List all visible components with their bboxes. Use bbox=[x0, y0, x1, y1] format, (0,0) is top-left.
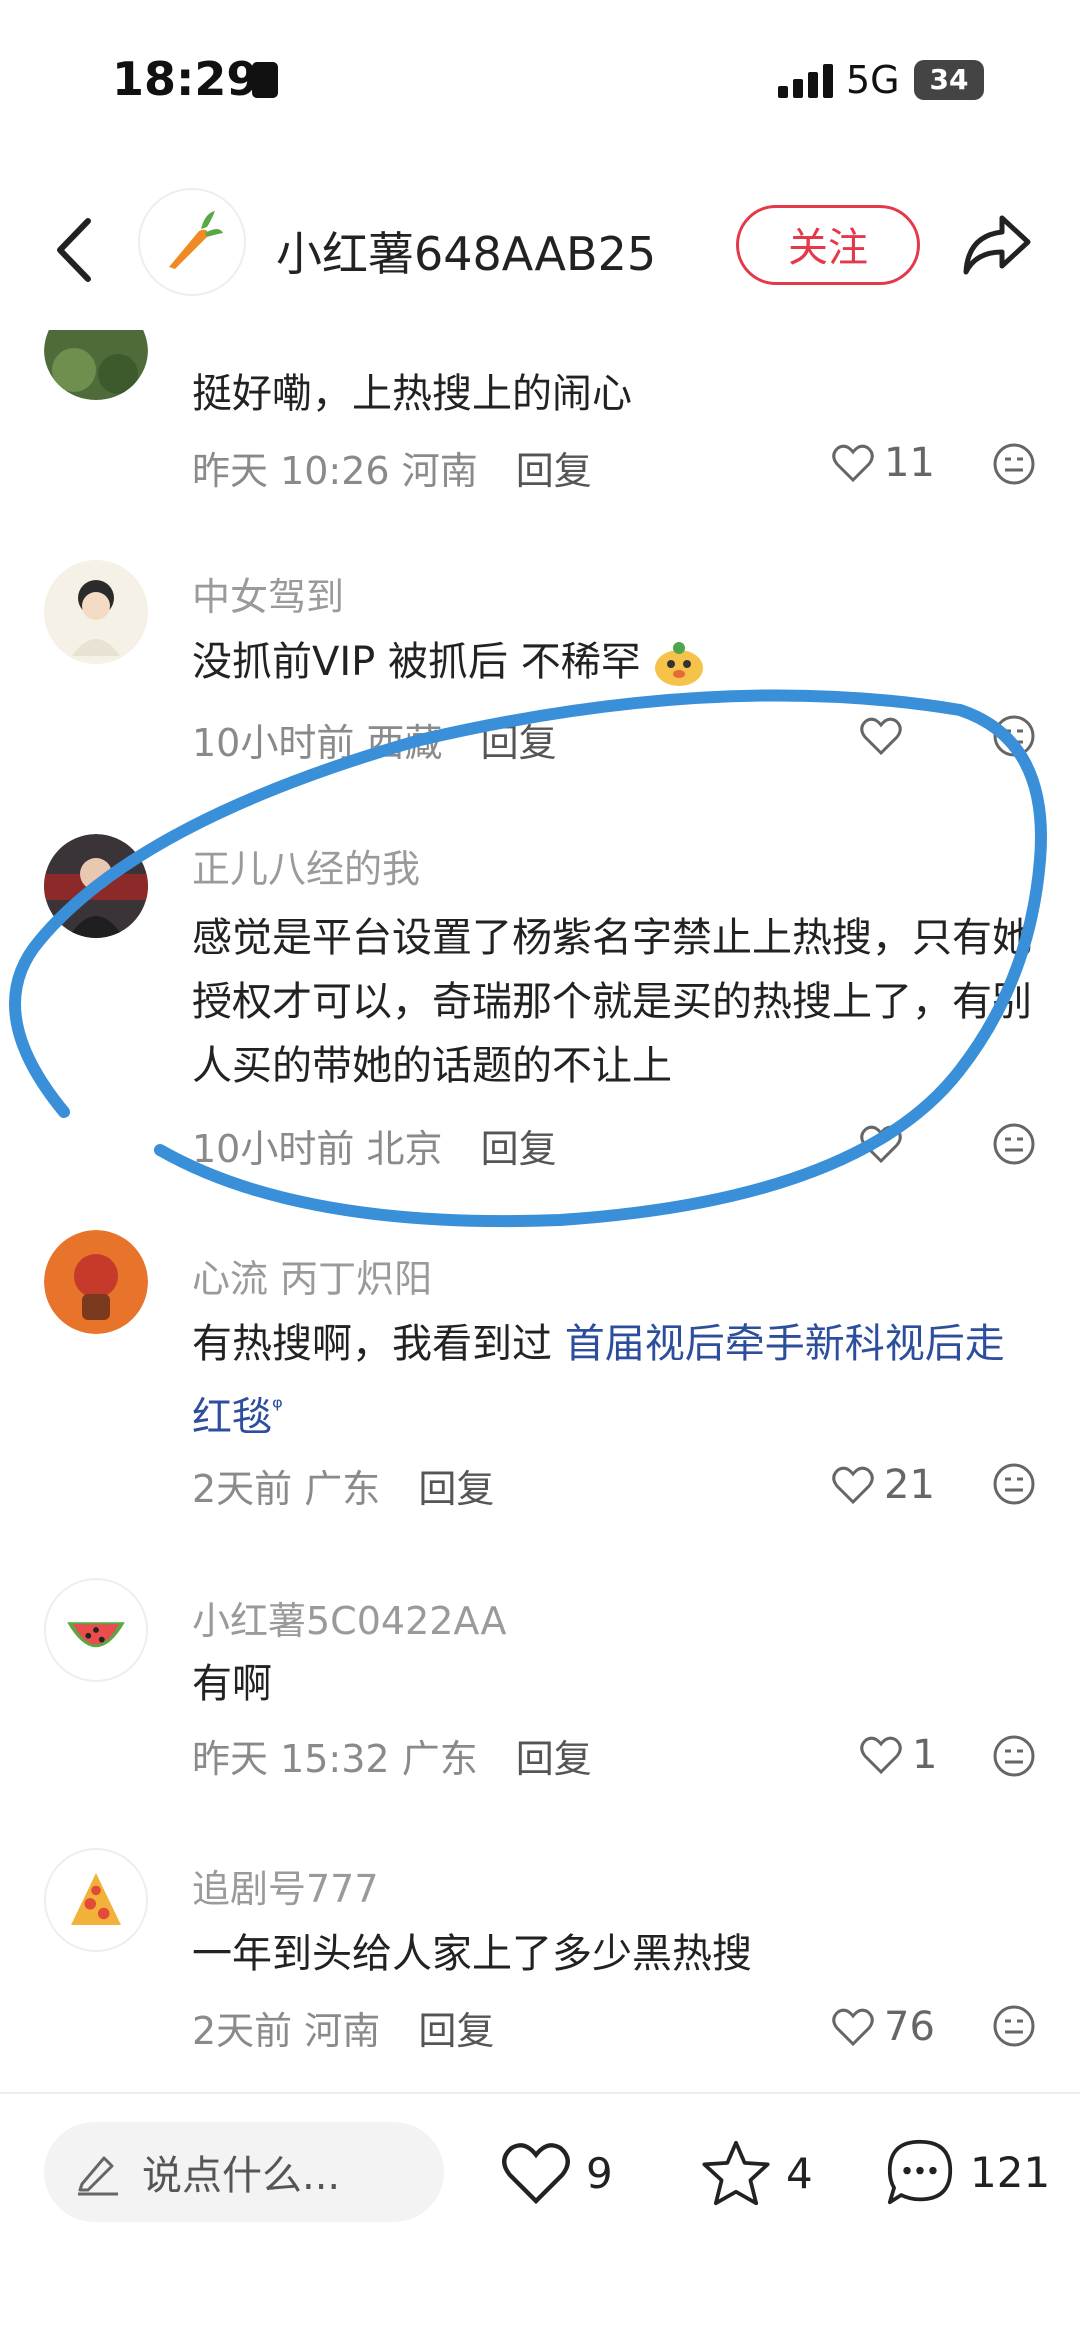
commenter-name[interactable]: 小红薯5C0422AA bbox=[192, 1590, 506, 1645]
comment-bubble-icon bbox=[887, 2139, 953, 2205]
comment-time: 2天前 bbox=[192, 1467, 293, 1511]
emoji-reaction-icon[interactable] bbox=[992, 1734, 1036, 1778]
heart-icon bbox=[832, 2008, 874, 2047]
emoji-reaction-icon[interactable] bbox=[992, 442, 1036, 486]
reply-button[interactable]: 回复 bbox=[418, 1467, 494, 1511]
network-type: 5G bbox=[846, 58, 900, 102]
comment-meta: 昨天 10:26 河南 回复 bbox=[192, 440, 592, 495]
author-avatar[interactable] bbox=[138, 188, 246, 296]
commenter-avatar[interactable] bbox=[44, 330, 148, 400]
like-button[interactable]: 21 bbox=[832, 1462, 935, 1508]
like-count: 1 bbox=[912, 1732, 938, 1778]
commenter-avatar[interactable] bbox=[44, 560, 148, 664]
emoji-reaction-icon[interactable] bbox=[992, 2004, 1036, 2048]
status-time: 18:29 bbox=[112, 52, 259, 106]
comments-button[interactable]: 121 bbox=[884, 2136, 1050, 2208]
sim-card-icon bbox=[252, 62, 278, 98]
comment-time: 2天前 bbox=[192, 2009, 293, 2053]
bottom-divider bbox=[0, 2092, 1080, 2094]
comment-count: 121 bbox=[970, 2147, 1051, 2197]
comment-location: 广东 bbox=[304, 1467, 381, 1511]
like-button[interactable]: 1 bbox=[860, 1732, 937, 1778]
comment-location: 河南 bbox=[401, 449, 478, 493]
comment-meta: 2天前 河南 回复 bbox=[192, 2000, 494, 2055]
back-icon[interactable] bbox=[52, 215, 96, 285]
like-count: 76 bbox=[884, 2004, 935, 2050]
commenter-avatar[interactable] bbox=[44, 1578, 148, 1682]
heart-icon bbox=[860, 1736, 902, 1775]
commenter-avatar[interactable] bbox=[44, 1848, 148, 1952]
comment-text-content: 没抓前VIP 被抓后 不稀罕 bbox=[192, 639, 641, 685]
comment-text: 有热搜啊，我看到过 首届视后牵手新科视后走红毯ᵠ bbox=[192, 1312, 1032, 1449]
comment-time: 昨天 10:26 bbox=[192, 449, 390, 493]
commenter-name[interactable]: 心流 丙丁炽阳 bbox=[192, 1248, 432, 1303]
comment-text: 一年到头给人家上了多少黑热搜 bbox=[192, 1931, 752, 1977]
comment-input-placeholder: 说点什么... bbox=[142, 2153, 341, 2199]
battery-icon: 34 bbox=[914, 60, 984, 100]
comment-time: 昨天 15:32 bbox=[192, 1737, 390, 1781]
heart-icon bbox=[832, 444, 874, 483]
like-post-button[interactable]: 9 bbox=[500, 2140, 613, 2206]
follow-button[interactable]: 关注 bbox=[736, 205, 920, 285]
like-count: 11 bbox=[884, 440, 935, 486]
collect-button[interactable]: 4 bbox=[700, 2138, 813, 2208]
search-icon: ᵠ bbox=[272, 1393, 283, 1423]
commenter-avatar[interactable] bbox=[44, 1230, 148, 1334]
heart-icon bbox=[832, 1466, 874, 1505]
comment-location: 广东 bbox=[401, 1737, 478, 1781]
comment-text: 挺好嘞，上热搜上的闹心 bbox=[192, 371, 632, 417]
like-count: 21 bbox=[884, 1462, 935, 1508]
share-icon[interactable] bbox=[962, 212, 1032, 276]
author-nickname: 小红薯648AAB25 bbox=[276, 227, 657, 281]
post-like-count: 9 bbox=[586, 2148, 613, 2198]
like-button[interactable]: 11 bbox=[832, 440, 935, 486]
commenter-name[interactable]: 中女驾到 bbox=[192, 566, 344, 621]
signal-icon bbox=[778, 64, 833, 98]
carrot-icon bbox=[169, 211, 223, 269]
heart-icon bbox=[502, 2143, 570, 2205]
reply-button[interactable]: 回复 bbox=[516, 449, 592, 493]
reply-button[interactable]: 回复 bbox=[418, 2009, 494, 2053]
comment-meta: 2天前 广东 回复 bbox=[192, 1458, 494, 1513]
hand-drawn-circle-annotation bbox=[9, 689, 1047, 1228]
commenter-name[interactable]: 追剧号777 bbox=[192, 1858, 379, 1913]
comment-location: 河南 bbox=[304, 2009, 381, 2053]
collect-count: 4 bbox=[786, 2148, 813, 2198]
emoji-reaction-icon[interactable] bbox=[992, 1462, 1036, 1506]
star-icon bbox=[702, 2140, 770, 2206]
reply-button[interactable]: 回复 bbox=[516, 1737, 592, 1781]
pencil-icon bbox=[78, 2156, 118, 2196]
comment-meta: 昨天 15:32 广东 回复 bbox=[192, 1728, 592, 1783]
comment-text-content: 有热搜啊，我看到过 bbox=[192, 1321, 565, 1367]
like-button[interactable]: 76 bbox=[832, 2004, 935, 2050]
comment-input[interactable]: 说点什么... bbox=[44, 2122, 444, 2222]
comment-text: 有啊 bbox=[192, 1661, 272, 1707]
